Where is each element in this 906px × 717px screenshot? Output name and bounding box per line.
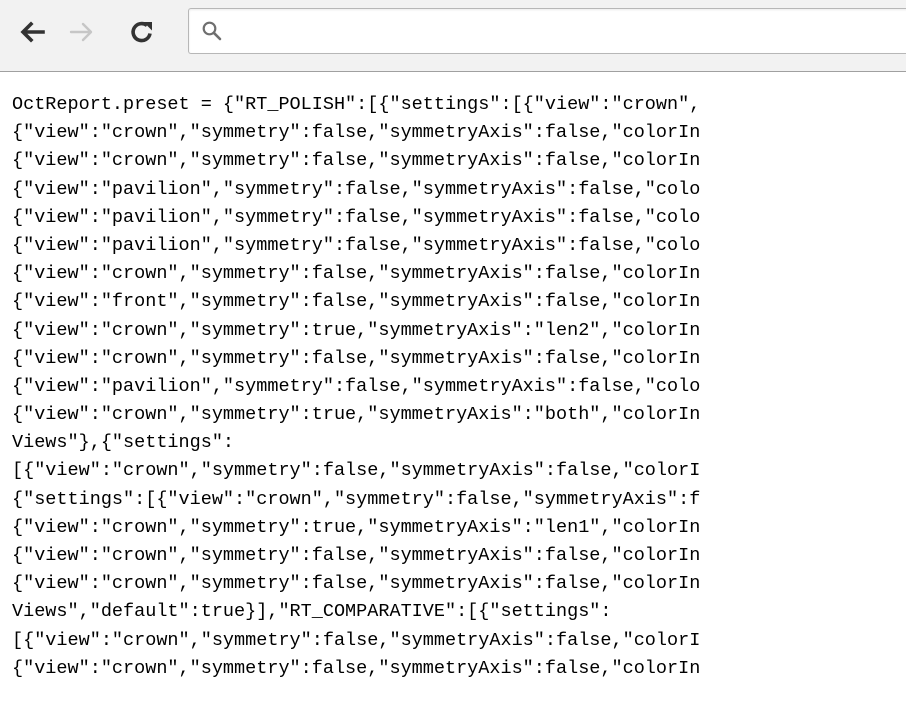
browser-window: OctReport.preset = {"RT_POLISH":[{"setti… [0,0,906,717]
code-line: {"view":"pavilion","symmetry":false,"sym… [12,234,701,256]
code-line: {"view":"crown","symmetry":true,"symmetr… [12,516,701,538]
back-button[interactable] [12,12,52,52]
code-line: {"view":"pavilion","symmetry":false,"sym… [12,206,701,228]
arrow-left-icon [20,21,45,43]
code-line: {"view":"crown","symmetry":false,"symmet… [12,545,701,566]
code-line: {"view":"crown","symmetry":false,"symmet… [12,573,701,595]
arrow-right-icon [69,22,93,42]
code-line: {"view":"front","symmetry":false,"symmet… [12,291,701,313]
code-line: [{"view":"crown","symmetry":false,"symme… [12,460,701,482]
code-line: {"view":"crown","symmetry":true,"symmetr… [12,319,701,341]
code-line: {"view":"crown","symmetry":false,"symmet… [12,150,701,172]
address-bar[interactable] [188,8,906,54]
address-input[interactable] [235,15,899,49]
code-line: Views","default":true}],"RT_COMPARATIVE"… [12,601,612,623]
code-line: {"view":"pavilion","symmetry":false,"sym… [12,375,701,397]
page-content: OctReport.preset = {"RT_POLISH":[{"setti… [0,73,906,717]
code-line: OctReport.preset = {"RT_POLISH":[{"setti… [12,94,701,115]
forward-button[interactable] [62,12,102,52]
reload-icon [131,21,152,43]
search-icon [202,21,222,41]
json-source-text: OctReport.preset = {"RT_POLISH":[{"setti… [12,91,700,683]
code-line: {"view":"pavilion","symmetry":false,"sym… [12,178,701,200]
browser-toolbar [0,0,906,72]
code-line: {"view":"crown","symmetry":false,"symmet… [12,347,701,369]
code-line: {"settings":[{"view":"crown","symmetry":… [12,488,701,510]
code-line: {"view":"crown","symmetry":true,"symmetr… [12,404,701,426]
reload-button[interactable] [122,12,162,52]
code-line: Views"},{"settings": [12,432,235,454]
code-line: {"view":"crown","symmetry":false,"symmet… [12,657,701,679]
code-line: {"view":"crown","symmetry":false,"symmet… [12,263,701,285]
code-line: {"view":"crown","symmetry":false,"symmet… [12,122,701,144]
code-line: [{"view":"crown","symmetry":false,"symme… [12,629,701,651]
